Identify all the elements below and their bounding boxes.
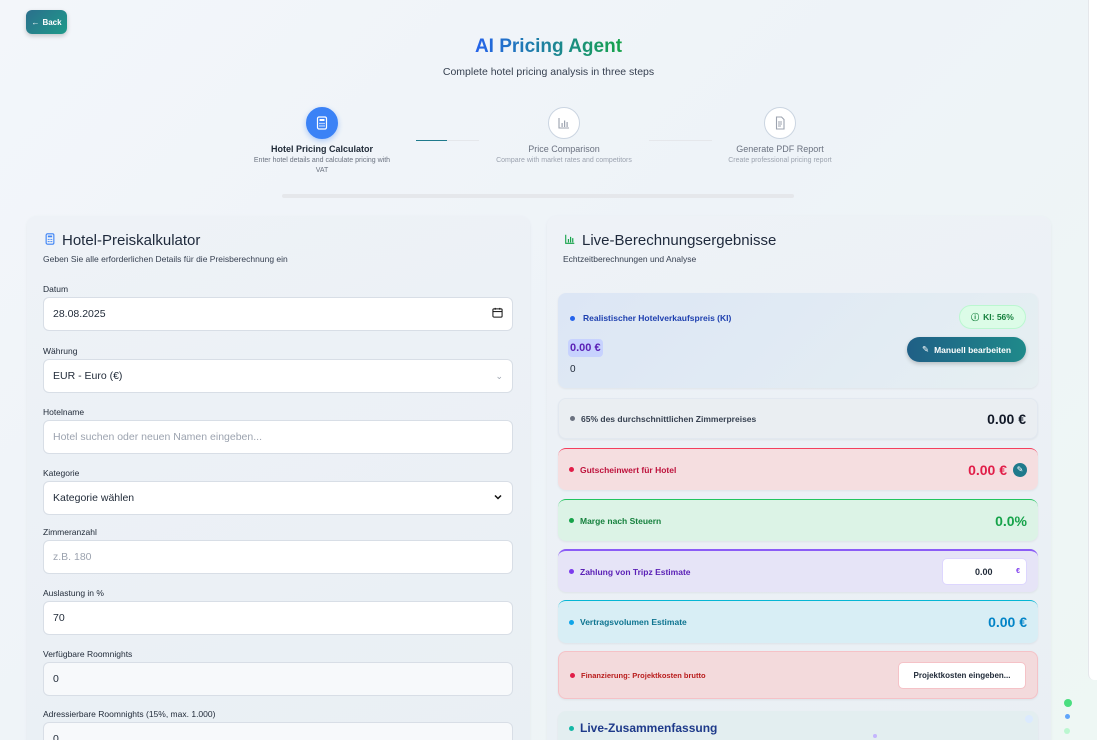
status-dot <box>570 672 575 678</box>
calculator-icon <box>44 232 56 249</box>
adressierbare-label: Adressierbare Roomnights (15%, max. 1.00… <box>43 709 216 719</box>
currency-select[interactable]: EUR - Euro (€) ⌄ <box>43 359 513 393</box>
pencil-icon: ✎ <box>921 344 930 354</box>
progress-bar <box>282 194 794 198</box>
zimmeranzahl-input[interactable]: z.B. 180 <box>43 540 513 574</box>
waehrung-label: Währung <box>43 346 78 356</box>
results-subtitle: Echtzeitberechnungen und Analyse <box>563 254 697 264</box>
results-title: Live-Berechnungsergebnisse <box>564 232 776 249</box>
manual-edit-button[interactable]: ✎ Manuell bearbeiten <box>907 337 1026 362</box>
average-room-price-label: 65% des durchschnittlichen Zimmerpreises <box>581 413 757 424</box>
page-subtitle: Complete hotel pricing analysis in three… <box>442 66 655 78</box>
step-description: Enter hotel details and calculate pricin… <box>253 157 391 174</box>
decorative-dot <box>873 734 877 738</box>
scrollbar[interactable] <box>1088 0 1097 680</box>
calculator-subtitle: Geben Sie alle erforderlichen Details fü… <box>43 254 288 264</box>
currency-symbol: € <box>1016 568 1020 575</box>
margin-card: Marge nach Steuern 0.0% <box>558 499 1038 541</box>
status-dot <box>569 725 574 731</box>
results-panel: Live-Berechnungsergebnisse Echtzeitberec… <box>547 216 1051 740</box>
tripz-payment-label: Zahlung von Tripz Estimate <box>580 566 691 577</box>
zimmeranzahl-label: Zimmeranzahl <box>43 527 97 537</box>
decorative-dot <box>1025 715 1033 723</box>
decorative-dot <box>1065 714 1070 719</box>
ai-price-subvalue: 0 <box>570 364 576 375</box>
financing-label: Finanzierung: Projektkosten brutto <box>581 670 706 680</box>
calculator-panel: Hotel-Preiskalkulator Geben Sie alle erf… <box>27 216 530 740</box>
decorative-dot <box>1064 728 1070 734</box>
document-icon <box>764 107 796 139</box>
step-connector <box>416 140 479 141</box>
step-description: Create professional pricing report <box>728 157 832 164</box>
ai-price-label: Realistischer Hotelverkaufspreis (KI) <box>570 313 731 323</box>
hotelname-label: Hotelname <box>43 407 85 417</box>
voucher-card: Gutscheinwert für Hotel 0.00 € ✎ <box>558 448 1038 490</box>
decorative-dot <box>1064 699 1072 707</box>
step-hotel-pricing-calculator[interactable]: Hotel Pricing Calculator Enter hotel det… <box>242 107 402 176</box>
status-dot <box>569 467 574 472</box>
kategorie-label: Kategorie <box>43 468 80 478</box>
chevron-down-icon <box>493 492 503 505</box>
info-icon: ⓘ <box>971 312 980 322</box>
step-price-comparison[interactable]: Price Comparison Compare with market rat… <box>484 107 644 166</box>
kategorie-select[interactable]: Kategorie wählen <box>43 481 513 515</box>
ai-price-card: Realistischer Hotelverkaufspreis (KI) ⓘ … <box>558 293 1038 388</box>
step-title: Generate PDF Report <box>736 144 824 154</box>
live-summary-title: Live-Zusammenfassung <box>580 721 718 735</box>
auslastung-label: Auslastung in % <box>43 588 104 598</box>
arrow-left-icon: ← <box>31 17 40 27</box>
margin-label: Marge nach Steuern <box>580 515 662 526</box>
voucher-value: 0.00 € <box>968 461 1007 478</box>
tripz-payment-card: Zahlung von Tripz Estimate 0.00 € <box>558 549 1038 592</box>
page-title: AI Pricing Agent <box>474 36 623 57</box>
contract-volume-label: Vertragsvolumen Estimate <box>580 617 687 627</box>
status-dot <box>569 619 574 625</box>
ai-price-value: 0.00 € <box>568 339 603 357</box>
status-dot <box>569 569 574 574</box>
financing-card: Finanzierung: Projektkosten brutto Proje… <box>558 651 1038 699</box>
back-button[interactable]: ← Back <box>26 10 67 34</box>
chevron-down-icon: ⌄ <box>495 370 503 381</box>
step-description: Compare with market rates and competitor… <box>496 157 632 164</box>
adressierbare-roomnights-field: 0 <box>43 722 513 740</box>
calendar-icon[interactable] <box>492 307 503 321</box>
calculator-title: Hotel-Preiskalkulator <box>44 232 200 249</box>
voucher-label: Gutscheinwert für Hotel <box>580 464 677 475</box>
average-room-price-card: 65% des durchschnittlichen Zimmerpreises… <box>558 398 1038 439</box>
bar-chart-icon <box>564 232 576 249</box>
project-costs-button[interactable]: Projektkosten eingeben... <box>898 661 1026 689</box>
edit-icon[interactable]: ✎ <box>1013 462 1027 477</box>
margin-value: 0.0% <box>995 512 1027 529</box>
datum-field[interactable]: 28.08.2025 <box>43 297 513 331</box>
back-label: Back <box>42 17 62 27</box>
live-summary-card: Live-Zusammenfassung <box>558 711 1038 740</box>
calculator-icon <box>306 107 338 139</box>
ki-confidence-badge: ⓘ KI: 56% <box>959 305 1026 329</box>
contract-volume-card: Vertragsvolumen Estimate 0.00 € <box>558 600 1038 643</box>
auslastung-input[interactable]: 70 <box>43 601 513 635</box>
status-dot <box>570 416 575 421</box>
datum-label: Datum <box>43 284 69 294</box>
contract-volume-value: 0.00 € <box>988 614 1027 630</box>
verfuegbare-roomnights-field: 0 <box>43 662 513 696</box>
tripz-payment-input[interactable]: 0.00 € <box>942 558 1027 585</box>
verfuegbare-label: Verfügbare Roomnights <box>43 649 133 659</box>
step-title: Price Comparison <box>528 144 600 154</box>
status-dot <box>570 315 575 321</box>
average-room-price-value: 0.00 € <box>987 410 1026 427</box>
bar-chart-icon <box>548 107 580 139</box>
step-generate-pdf-report[interactable]: Generate PDF Report Create professional … <box>700 107 860 166</box>
step-title: Hotel Pricing Calculator <box>270 144 374 154</box>
status-dot <box>569 518 574 523</box>
hotelname-input[interactable]: Hotel suchen oder neuen Namen eingeben..… <box>43 420 513 454</box>
